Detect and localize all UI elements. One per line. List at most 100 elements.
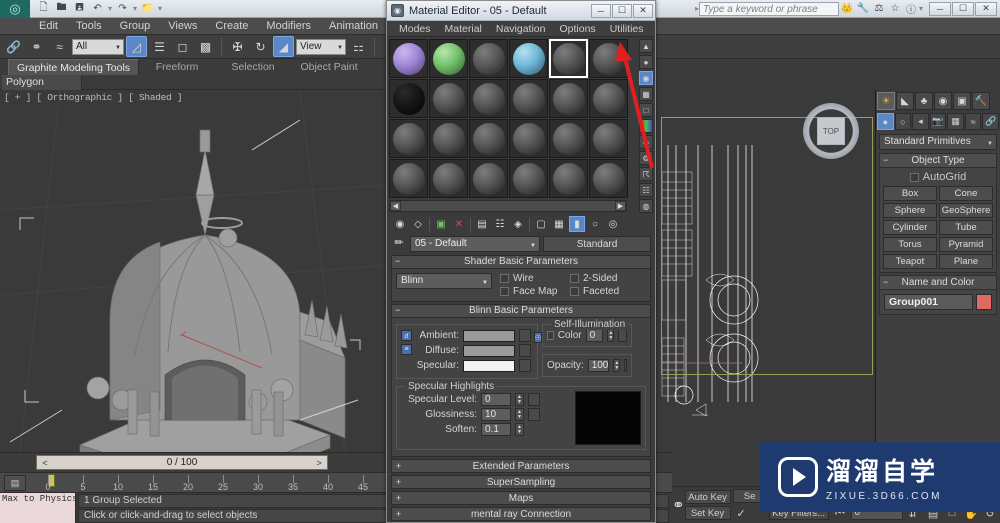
make-preview-icon[interactable]: ◇: [639, 135, 653, 149]
set-key-toggle-icon[interactable]: ✓: [733, 505, 750, 521]
primitives-category-dropdown[interactable]: Standard Primitives: [879, 134, 997, 151]
diffuse-map-button[interactable]: [519, 344, 531, 357]
go-forward-to-sibling-icon[interactable]: ◎: [605, 216, 621, 232]
set-key-button[interactable]: Set Key: [684, 506, 731, 520]
wire-checkbox[interactable]: [500, 274, 509, 283]
redo-icon[interactable]: ↷: [115, 2, 130, 16]
create-tab-icon[interactable]: ☀: [877, 92, 895, 110]
put-to-library-icon[interactable]: ◈: [510, 216, 526, 232]
primitive-pyramid-button[interactable]: Pyramid: [939, 237, 993, 252]
utilities-tab-icon[interactable]: 🔨: [972, 92, 990, 110]
two-sided-checkbox[interactable]: [570, 274, 579, 283]
next-frame-arrow[interactable]: >: [311, 458, 327, 468]
rollout-collapse-icon-shader[interactable]: −: [395, 255, 400, 267]
specular-level-value[interactable]: 0: [481, 393, 511, 406]
autogrid-row[interactable]: AutoGrid: [883, 171, 993, 183]
rollout-expand-icon-mental-ray[interactable]: +: [396, 508, 401, 521]
rollout-maps[interactable]: + Maps: [391, 491, 651, 505]
ribbon-tab-freeform[interactable]: Freeform: [139, 59, 215, 75]
ambient-color-swatch[interactable]: [463, 329, 515, 342]
new-file-icon[interactable]: 🗋: [36, 2, 51, 16]
glossiness-spinner[interactable]: ▲ ▼: [515, 408, 524, 421]
material-slot[interactable]: [589, 39, 628, 78]
ambient-map-button[interactable]: [519, 329, 531, 342]
diffuse-specular-lock-icon[interactable]: ≡: [401, 344, 412, 355]
menu-animation[interactable]: Animation: [320, 18, 387, 34]
ribbon-tab-selection[interactable]: Selection: [215, 59, 291, 75]
show-map-in-viewport-icon[interactable]: ▦: [551, 216, 567, 232]
primitive-plane-button[interactable]: Plane: [939, 254, 993, 269]
material-slot[interactable]: [549, 79, 588, 118]
open-mini-curve-editor-icon[interactable]: ▤: [4, 475, 26, 491]
menu-create[interactable]: Create: [206, 18, 257, 34]
self-illumination-color-checkbox[interactable]: [547, 331, 554, 340]
self-illumination-map-button[interactable]: [618, 329, 627, 342]
primitive-teapot-button[interactable]: Teapot: [883, 254, 937, 269]
glossiness-value[interactable]: 10: [481, 408, 511, 421]
selection-filter-combo[interactable]: All: [72, 38, 124, 55]
material-editor-titlebar[interactable]: ◉ Material Editor - 05 - Default ─ ☐ ✕: [387, 1, 655, 21]
motion-tab-icon[interactable]: ◉: [934, 92, 952, 110]
rollout-extended-parameters[interactable]: + Extended Parameters: [391, 459, 651, 473]
undo-dropdown-icon[interactable]: ▾: [108, 4, 112, 13]
subscription-icon[interactable]: ⚖: [871, 2, 887, 16]
ribbon-tab-graphite-modeling-tools[interactable]: Graphite Modeling Tools: [8, 59, 140, 75]
opacity-spinner[interactable]: ▲ ▼: [613, 359, 621, 372]
face-map-checkbox-row[interactable]: Face Map: [500, 286, 566, 297]
modify-tab-icon[interactable]: ◣: [896, 92, 914, 110]
autogrid-checkbox[interactable]: [909, 172, 919, 182]
select-by-material-icon[interactable]: ☈: [639, 167, 653, 181]
material-slot[interactable]: [429, 119, 468, 158]
space-warps-icon[interactable]: ≈: [964, 113, 982, 130]
scroll-up-icon[interactable]: ▲: [639, 39, 653, 53]
help-icon[interactable]: ⓘ: [903, 2, 919, 16]
soften-spinner[interactable]: ▲ ▼: [515, 423, 524, 436]
prev-frame-arrow[interactable]: <: [37, 458, 53, 468]
rollout-expand-icon-extended[interactable]: +: [396, 460, 401, 473]
reset-map-icon[interactable]: ✕: [451, 216, 467, 232]
material-slot[interactable]: [429, 39, 468, 78]
glossiness-map-button[interactable]: [528, 408, 540, 421]
ribbon-subtab-polygon-modeling[interactable]: Polygon Modeling: [2, 75, 82, 102]
view-cube[interactable]: TOP: [803, 103, 859, 159]
assign-material-to-selection-icon[interactable]: ▣: [433, 216, 449, 232]
menu-tools[interactable]: Tools: [67, 18, 111, 34]
binoculars-icon[interactable]: 👑: [839, 2, 855, 16]
material-slot-selected[interactable]: [549, 39, 588, 78]
object-name-input[interactable]: Group001: [884, 294, 973, 310]
time-slider[interactable]: < 0 / 100 >: [36, 455, 328, 470]
save-file-icon[interactable]: 🖪: [72, 2, 87, 16]
primitive-sphere-button[interactable]: Sphere: [883, 203, 937, 218]
material-slot[interactable]: [389, 119, 428, 158]
rollout-shader-basic-header[interactable]: − Shader Basic Parameters: [392, 256, 650, 269]
soften-value[interactable]: 0.1: [481, 423, 511, 436]
rectangular-selection-region-icon[interactable]: ◻: [172, 36, 193, 57]
material-slot[interactable]: [469, 159, 508, 198]
me-menu-modes[interactable]: Modes: [392, 23, 438, 35]
link-icon[interactable]: 🔗: [3, 36, 24, 57]
me-restore-button[interactable]: ☐: [612, 3, 632, 18]
material-slot[interactable]: [549, 119, 588, 158]
object-color-swatch[interactable]: [976, 294, 992, 310]
lights-icon[interactable]: ◂: [912, 113, 929, 130]
primitive-geosphere-button[interactable]: GeoSphere: [939, 203, 993, 218]
select-and-move-icon[interactable]: ✠: [227, 36, 248, 57]
put-material-to-scene-icon[interactable]: ◇: [410, 216, 426, 232]
material-slot[interactable]: [469, 39, 508, 78]
material-id-channel-icon[interactable]: ☷: [639, 183, 653, 197]
helpers-icon[interactable]: ▦: [947, 113, 964, 130]
slots-horizontal-scrollbar[interactable]: ◀ ▶: [389, 200, 627, 212]
options-icon[interactable]: ⚙: [639, 151, 653, 165]
viewport-top[interactable]: TOP: [655, 90, 875, 452]
scroll-right-icon[interactable]: ▶: [615, 201, 626, 211]
search-input[interactable]: Type a keyword or phrase: [698, 1, 839, 16]
material-slot[interactable]: [509, 39, 548, 78]
ambient-diffuse-lock-icon[interactable]: ☌: [401, 330, 412, 341]
sample-type-sphere-icon[interactable]: ●: [639, 55, 653, 69]
me-minimize-button[interactable]: ─: [591, 3, 611, 18]
systems-icon[interactable]: 🔗: [982, 113, 1000, 130]
opacity-value[interactable]: 100: [587, 359, 610, 372]
reference-coordinate-combo[interactable]: View: [296, 38, 346, 55]
primitive-box-button[interactable]: Box: [883, 186, 937, 201]
wrench-icon[interactable]: 🔧: [855, 2, 871, 16]
